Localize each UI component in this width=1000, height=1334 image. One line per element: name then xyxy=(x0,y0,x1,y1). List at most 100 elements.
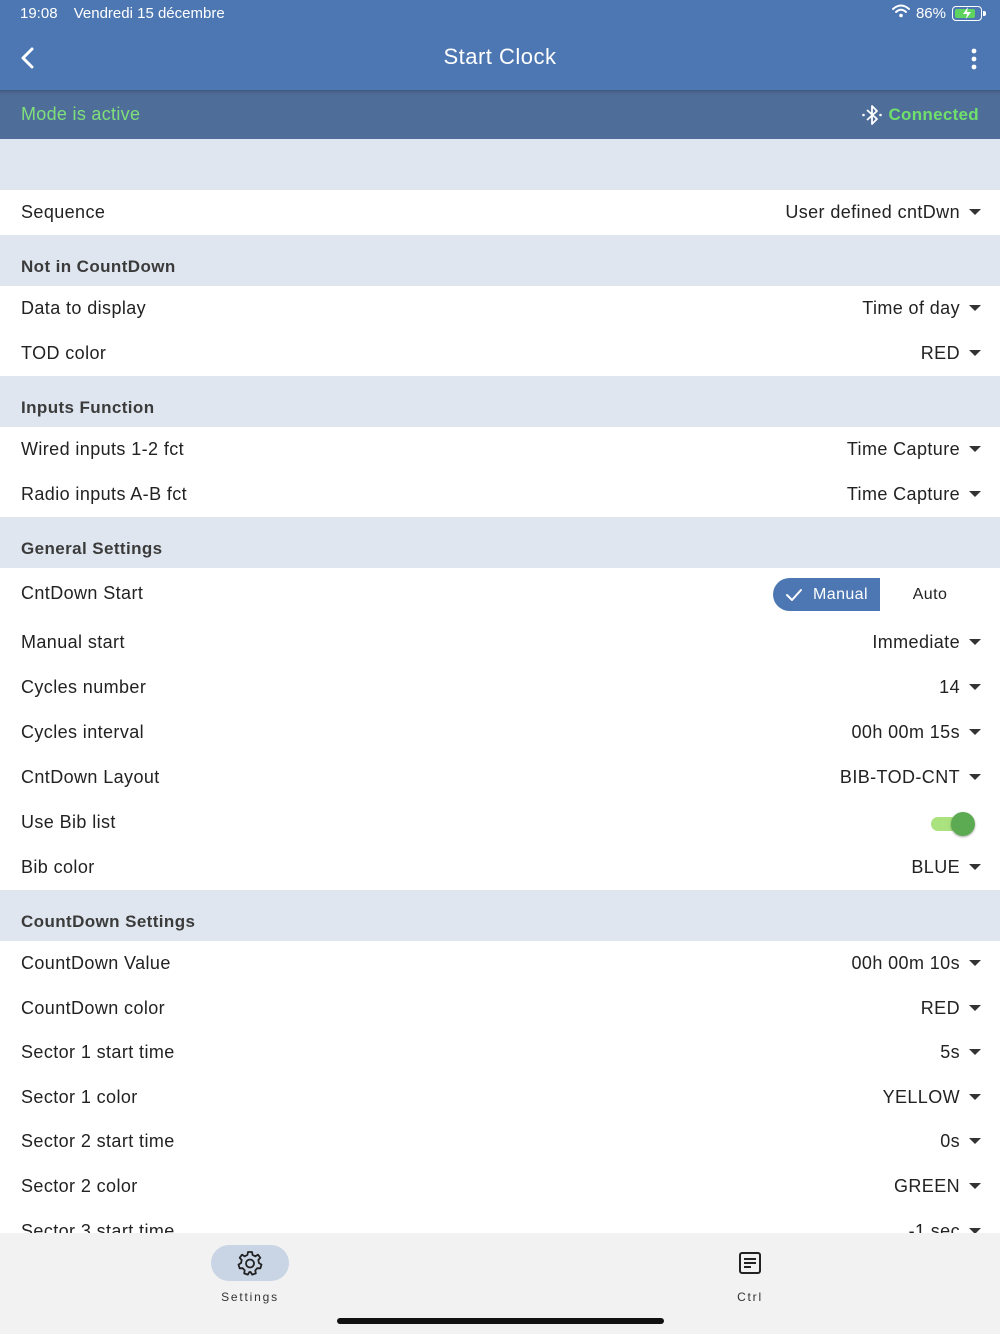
section-title: Not in CountDown xyxy=(21,257,176,276)
row-value: Time Capture xyxy=(846,439,960,459)
status-bar: 19:08 Vendredi 15 décembre 86% xyxy=(0,0,1000,28)
chevron-down-icon xyxy=(969,960,981,966)
tab-settings-label: Settings xyxy=(221,1290,279,1304)
checkmark-icon xyxy=(786,588,803,601)
nav-bar: Start Clock xyxy=(0,30,1000,88)
row-value: YELLOW xyxy=(882,1087,960,1107)
row-label: Cycles number xyxy=(21,677,147,697)
row-label: Sector 1 start time xyxy=(21,1042,175,1062)
row-value: GREEN xyxy=(893,1176,960,1196)
connection-status: Connected xyxy=(860,103,979,127)
row-cycles-interval[interactable]: Cycles interval 00h 00m 15s xyxy=(0,710,1000,755)
chevron-down-icon xyxy=(969,639,981,645)
connection-label: Connected xyxy=(888,105,979,124)
row-tod-color[interactable]: TOD color RED xyxy=(0,331,1000,376)
row-value: 00h 00m 10s xyxy=(851,953,960,973)
status-date: Vendredi 15 décembre xyxy=(73,5,225,22)
row-wired-inputs[interactable]: Wired inputs 1-2 fct Time Capture xyxy=(0,427,1000,472)
cntdown-start-segmented: Manual Auto xyxy=(773,578,980,611)
chevron-down-icon xyxy=(969,774,981,780)
row-value: BIB-TOD-CNT xyxy=(839,767,960,787)
chevron-down-icon xyxy=(969,684,981,690)
row-data-to-display[interactable]: Data to display Time of day xyxy=(0,286,1000,331)
mode-bar: Mode is active Connected xyxy=(0,90,1000,139)
chevron-down-icon xyxy=(969,209,981,215)
row-sector-1-color[interactable]: Sector 1 color YELLOW xyxy=(0,1075,1000,1120)
settings-list[interactable]: Sequence User defined cntDwn Not in Coun… xyxy=(0,139,1000,1233)
gear-icon xyxy=(237,1251,263,1276)
chevron-down-icon xyxy=(969,305,981,311)
toggle-knob xyxy=(951,812,975,836)
chevron-down-icon xyxy=(969,864,981,870)
row-radio-inputs[interactable]: Radio inputs A-B fct Time Capture xyxy=(0,472,1000,517)
row-value: 0s xyxy=(940,1131,960,1151)
row-manual-start[interactable]: Manual start Immediate xyxy=(0,620,1000,665)
page-title: Start Clock xyxy=(443,44,557,69)
status-time: 19:08 xyxy=(20,5,58,22)
row-cycles-number[interactable]: Cycles number 14 xyxy=(0,665,1000,710)
row-label: CntDown Start xyxy=(21,583,144,603)
row-sequence[interactable]: Sequence User defined cntDwn xyxy=(0,190,1000,235)
document-list-icon xyxy=(739,1252,761,1274)
row-use-bib-list: Use Bib list xyxy=(0,800,1000,845)
app-window: 19:08 Vendredi 15 décembre 86% Start Clo… xyxy=(0,0,1000,1334)
section-title: General Settings xyxy=(21,539,163,558)
row-value: 14 xyxy=(939,677,960,697)
row-label: CountDown Value xyxy=(21,953,171,973)
segment-auto-label: Auto xyxy=(912,585,948,603)
row-value: Time of day xyxy=(862,298,960,318)
segment-auto[interactable]: Auto xyxy=(880,578,980,611)
chevron-down-icon xyxy=(969,446,981,452)
row-label: Sector 2 color xyxy=(21,1176,138,1196)
row-countdown-color[interactable]: CountDown color RED xyxy=(0,986,1000,1031)
battery-icon xyxy=(952,5,986,21)
row-cntdown-layout[interactable]: CntDown Layout BIB-TOD-CNT xyxy=(0,755,1000,800)
row-label: Sector 3 start time xyxy=(21,1221,175,1233)
row-label: Cycles interval xyxy=(21,722,145,742)
row-value: RED xyxy=(920,343,960,363)
row-label: Bib color xyxy=(21,857,95,877)
more-menu-button[interactable] xyxy=(964,46,984,74)
row-value: Time Capture xyxy=(846,484,960,504)
tab-settings-pill xyxy=(211,1245,289,1281)
row-value: User defined cntDwn xyxy=(785,202,960,222)
tab-ctrl-label: Ctrl xyxy=(737,1290,763,1304)
row-value: Immediate xyxy=(872,632,960,652)
row-label: Data to display xyxy=(21,298,147,318)
chevron-down-icon xyxy=(969,729,981,735)
row-value: -1 sec xyxy=(908,1221,960,1233)
section-header-not-in-countdown: Not in CountDown xyxy=(0,235,1000,286)
row-label: Sector 1 color xyxy=(21,1087,138,1107)
row-value: 5s xyxy=(940,1042,960,1062)
row-value: BLUE xyxy=(911,857,960,877)
row-sector-2-color[interactable]: Sector 2 color GREEN xyxy=(0,1164,1000,1209)
mode-status: Mode is active xyxy=(21,104,141,124)
chevron-down-icon xyxy=(969,1138,981,1144)
row-sector-2-start[interactable]: Sector 2 start time 0s xyxy=(0,1119,1000,1164)
row-value: 00h 00m 15s xyxy=(851,722,960,742)
row-sector-3-start[interactable]: Sector 3 start time -1 sec xyxy=(0,1209,1000,1233)
row-label: Sequence xyxy=(21,202,106,222)
section-title: Inputs Function xyxy=(21,398,155,417)
chevron-down-icon xyxy=(969,1005,981,1011)
row-label: Sector 2 start time xyxy=(21,1131,175,1151)
section-title: CountDown Settings xyxy=(21,912,196,931)
home-indicator xyxy=(337,1318,664,1324)
tab-settings[interactable]: Settings xyxy=(190,1245,310,1304)
section-header-countdown-settings: CountDown Settings xyxy=(0,890,1000,941)
row-bib-color[interactable]: Bib color BLUE xyxy=(0,845,1000,890)
top-bar: 19:08 Vendredi 15 décembre 86% Start Clo… xyxy=(0,0,1000,90)
tab-ctrl[interactable]: Ctrl xyxy=(690,1245,810,1304)
row-label: Manual start xyxy=(21,632,125,652)
section-header-inputs-function: Inputs Function xyxy=(0,376,1000,427)
segment-manual[interactable]: Manual xyxy=(773,578,880,611)
row-label: Wired inputs 1-2 fct xyxy=(21,439,185,459)
row-label: Radio inputs A-B fct xyxy=(21,484,188,504)
row-countdown-value[interactable]: CountDown Value 00h 00m 10s xyxy=(0,941,1000,986)
section-header-general-settings: General Settings xyxy=(0,517,1000,568)
chevron-down-icon xyxy=(969,1183,981,1189)
use-bib-list-toggle[interactable] xyxy=(931,812,975,836)
row-value: RED xyxy=(920,998,960,1018)
row-sector-1-start[interactable]: Sector 1 start time 5s xyxy=(0,1030,1000,1075)
chevron-down-icon xyxy=(969,1049,981,1055)
